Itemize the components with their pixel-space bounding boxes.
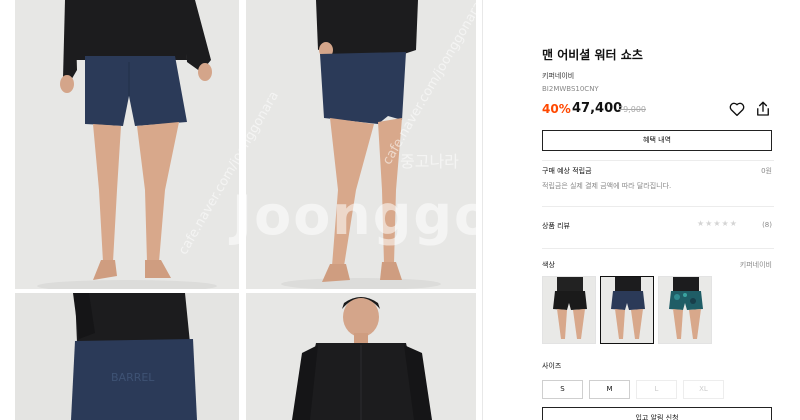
sale-price: 47,400 xyxy=(572,101,623,116)
divider xyxy=(542,248,774,249)
size-option-xl[interactable]: XL xyxy=(683,380,724,399)
divider xyxy=(542,160,774,161)
svg-text:BARREL: BARREL xyxy=(111,371,155,384)
review-label: 상품 리뷰 xyxy=(542,222,570,230)
color-selected-value: 키퍼네이비 xyxy=(739,261,772,269)
points-note: 적립금은 실제 결제 금액에 따라 달라집니다. xyxy=(542,182,672,190)
product-title: 맨 어비셜 워터 쇼츠 xyxy=(542,48,643,62)
review-count[interactable]: (8) xyxy=(762,221,772,229)
points-label: 구매 예상 적립금 xyxy=(542,167,592,175)
price-row: 40% 47,400 79,000 xyxy=(542,100,774,120)
size-option-m[interactable]: M xyxy=(589,380,630,399)
benefit-details-button[interactable]: 혜택 내역 xyxy=(542,130,772,151)
color-label: 색상 xyxy=(542,261,555,269)
size-label: 사이즈 xyxy=(542,362,562,370)
product-info-panel: 맨 어비셜 워터 쇼츠 키퍼네이비 BI2MWBS10CNY 40% 47,40… xyxy=(542,0,774,420)
share-icon[interactable] xyxy=(754,100,772,118)
product-photo-model[interactable] xyxy=(246,293,476,420)
divider xyxy=(542,206,774,207)
original-price: 79,000 xyxy=(618,105,646,114)
product-code: BI2MWBS10CNY xyxy=(542,85,599,93)
restock-notify-button[interactable]: 입고 알림 신청 xyxy=(542,407,772,420)
discount-rate: 40% xyxy=(542,102,571,116)
color-swatch-navy[interactable] xyxy=(600,276,654,344)
product-photo-front[interactable] xyxy=(15,0,239,289)
product-brand[interactable]: 키퍼네이비 xyxy=(542,71,574,81)
points-value: 0원 xyxy=(761,167,772,175)
product-gallery: BARREL Joonggonara cafe.naver.com/joongg… xyxy=(0,0,637,420)
product-photo-detail[interactable]: BARREL xyxy=(15,293,239,420)
section-divider xyxy=(482,0,483,420)
color-swatch-camo[interactable] xyxy=(658,276,712,344)
star-rating[interactable]: ★★★★★ xyxy=(697,219,738,228)
size-option-l[interactable]: L xyxy=(636,380,677,399)
size-option-s[interactable]: S xyxy=(542,380,583,399)
heart-icon[interactable] xyxy=(728,100,746,118)
watermark-korean: 중고나라 xyxy=(400,152,459,171)
color-swatch-black[interactable] xyxy=(542,276,596,344)
